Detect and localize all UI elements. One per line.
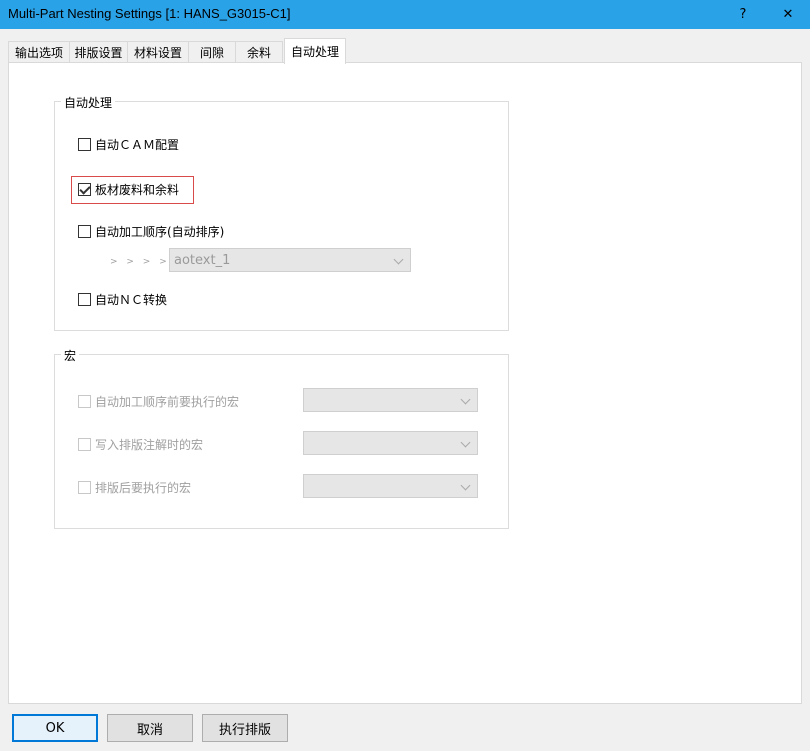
macro-nest-annotation-checkbox[interactable]: 写入排版注解时的宏	[78, 435, 203, 453]
checkbox-label: 自动加工顺序(自动排序)	[95, 224, 225, 239]
auto-processing-group: 自动处理 自动ＣＡＭ配置 板材废料和余料 自动加工顺序(自动排序) > > > …	[54, 94, 509, 331]
checkbox-label: 板材废料和余料	[95, 182, 180, 197]
macro-after-nesting-checkbox[interactable]: 排版后要执行的宏	[78, 478, 191, 496]
arrows-indicator: > > > >	[110, 257, 170, 267]
tab-nesting-settings[interactable]: 排版设置	[69, 41, 128, 63]
tab-auto-processing[interactable]: 自动处理	[284, 38, 346, 64]
tab-label: 余料	[246, 46, 271, 60]
tab-label: 间隙	[199, 46, 224, 60]
tab-label: 自动处理	[290, 45, 339, 59]
tab-strip: 输出选项 排版设置 材料设置 间隙 余料 自动处理	[8, 38, 804, 64]
button-label: OK	[45, 720, 65, 736]
execute-nesting-button[interactable]: 执行排版	[202, 714, 288, 742]
close-button[interactable]: ✕	[770, 0, 806, 29]
tab-remnant[interactable]: 余料	[235, 41, 283, 63]
macro-after-nesting-select[interactable]	[303, 474, 478, 498]
checkbox-label: 自动加工顺序前要执行的宏	[95, 394, 240, 409]
checkbox-box	[78, 394, 91, 408]
macro-group: 宏 自动加工顺序前要执行的宏 写入排版注解时的宏 排版后要执行的宏	[54, 347, 509, 529]
checkbox-label: 排版后要执行的宏	[95, 480, 192, 495]
chevron-down-icon	[460, 394, 471, 405]
chevron-down-icon	[393, 254, 404, 265]
sequence-select[interactable]: aotext_1	[169, 248, 411, 272]
help-button[interactable]: ?	[725, 0, 761, 29]
checkbox-box	[78, 182, 91, 196]
group-title: 宏	[61, 347, 80, 364]
auto-cam-checkbox[interactable]: 自动ＣＡＭ配置	[78, 135, 179, 153]
checkbox-label: 自动ＮＣ转换	[95, 292, 168, 307]
tab-label: 材料设置	[133, 46, 182, 60]
group-title: 自动处理	[61, 94, 116, 111]
chevron-down-icon	[460, 437, 471, 448]
tab-gap[interactable]: 间隙	[188, 41, 236, 63]
macro-before-sequence-select[interactable]	[303, 388, 478, 412]
checkbox-box	[78, 292, 91, 306]
button-label: 取消	[136, 722, 163, 738]
checkbox-label: 自动ＣＡＭ配置	[95, 137, 180, 152]
checkbox-box	[78, 480, 91, 494]
checkbox-box	[78, 137, 91, 151]
checkbox-label: 写入排版注解时的宏	[95, 437, 204, 452]
tab-material-settings[interactable]: 材料设置	[127, 41, 189, 63]
tab-label: 输出选项	[14, 46, 63, 60]
tab-output-options[interactable]: 输出选项	[8, 41, 70, 63]
auto-sequence-checkbox[interactable]: 自动加工顺序(自动排序)	[78, 222, 224, 240]
chevron-down-icon	[460, 480, 471, 491]
macro-nest-annotation-select[interactable]	[303, 431, 478, 455]
auto-nc-checkbox[interactable]: 自动ＮＣ转换	[78, 290, 167, 308]
title-bar: Multi-Part Nesting Settings [1: HANS_G30…	[0, 0, 810, 29]
tab-panel: 自动处理 自动ＣＡＭ配置 板材废料和余料 自动加工顺序(自动排序) > > > …	[8, 62, 802, 704]
window-title: Multi-Part Nesting Settings [1: HANS_G30…	[8, 6, 291, 21]
cancel-button[interactable]: 取消	[107, 714, 193, 742]
help-icon: ?	[739, 7, 747, 22]
checkbox-box	[78, 224, 91, 238]
tab-label: 排版设置	[74, 46, 123, 60]
ok-button[interactable]: OK	[12, 714, 98, 742]
macro-before-sequence-checkbox[interactable]: 自动加工顺序前要执行的宏	[78, 392, 239, 410]
select-value: aotext_1	[174, 253, 231, 268]
button-label: 执行排版	[218, 722, 271, 738]
checkbox-box	[78, 437, 91, 451]
sheet-scrap-checkbox[interactable]: 板材废料和余料	[78, 180, 179, 198]
close-icon: ✕	[782, 7, 794, 22]
